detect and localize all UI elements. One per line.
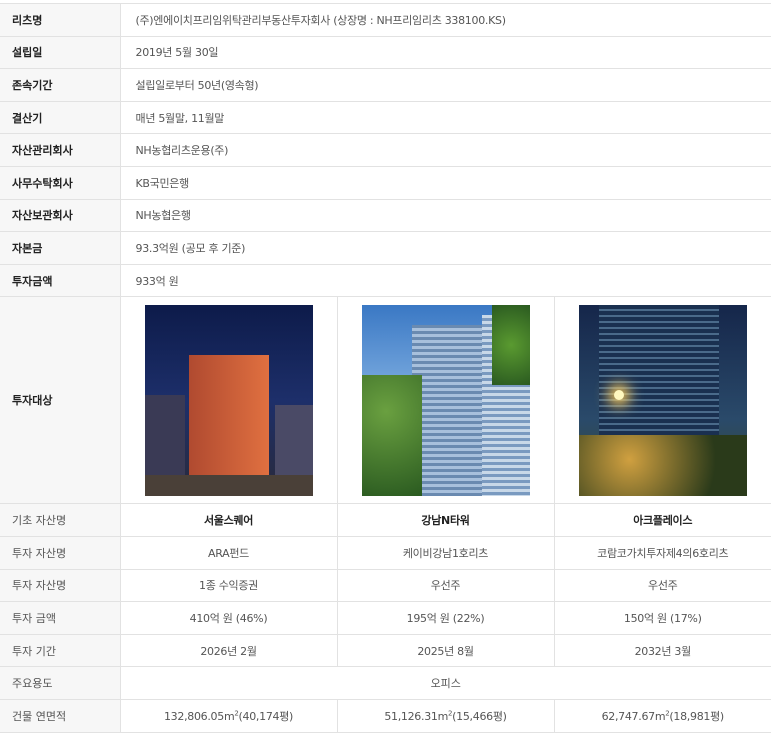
info-value: 93.3억원 (공모 후 기준) xyxy=(120,231,771,265)
gangnam-n-tower-photo xyxy=(361,304,530,496)
info-label: 자산관리회사 xyxy=(0,133,121,167)
info-row: 자산관리회사 NH농협리츠운용(주) xyxy=(0,133,771,167)
info-label: 리츠명 xyxy=(0,3,121,37)
info-row: 리츠명 (주)엔에이치프리임위탁관리부동산투자회사 (상장명 : NH프리임리츠 … xyxy=(0,3,771,37)
arc-place-photo xyxy=(578,304,747,496)
info-row: 자산보관회사 NH농협은행 xyxy=(0,199,771,233)
info-value: 2019년 5월 30일 xyxy=(120,36,771,70)
asset-row: 투자 자산명 ARA펀드 케이비강남1호리츠 코람코가치투자제4의6호리츠 xyxy=(0,536,771,570)
asset-cell: 서울스퀘어 xyxy=(120,503,338,537)
area-value: 62,747.67m2(18,981평) xyxy=(554,699,771,733)
asset-row: 기초 자산명 서울스퀘어 강남N타워 아크플레이스 xyxy=(0,503,771,537)
info-label: 투자금액 xyxy=(0,264,121,298)
asset-row-label: 기초 자산명 xyxy=(0,503,121,537)
asset-cell: 150억 원 (17%) xyxy=(554,601,771,635)
asset-cell: 195억 원 (22%) xyxy=(337,601,555,635)
asset-row-label: 투자 금액 xyxy=(0,601,121,635)
info-row: 사무수탁회사 KB국민은행 xyxy=(0,166,771,200)
asset-cell: 2026년 2월 xyxy=(120,634,338,668)
targets-label: 투자대상 xyxy=(0,296,121,505)
asset-cell: 2025년 8월 xyxy=(337,634,555,668)
asset-row-label: 투자 자산명 xyxy=(0,536,121,570)
asset-cell: 강남N타워 xyxy=(337,503,555,537)
info-label: 자본금 xyxy=(0,231,121,265)
info-label: 존속기간 xyxy=(0,68,121,102)
asset-cell: 코람코가치투자제4의6호리츠 xyxy=(554,536,771,570)
asset-cell: 1종 수익증권 xyxy=(120,569,338,603)
info-value: NH농협은행 xyxy=(120,199,771,233)
info-label: 사무수탁회사 xyxy=(0,166,121,200)
info-row: 존속기간 설립일로부터 50년(영속형) xyxy=(0,68,771,102)
info-label: 결산기 xyxy=(0,101,121,135)
asset-row: 투자 자산명 1종 수익증권 우선주 우선주 xyxy=(0,569,771,603)
area-label: 건물 연면적 xyxy=(0,699,121,733)
asset-cell: 아크플레이스 xyxy=(554,503,771,537)
asset-cell: ARA펀드 xyxy=(120,536,338,570)
asset-row: 투자 금액 410억 원 (46%) 195억 원 (22%) 150억 원 (17%… xyxy=(0,601,771,635)
usage-label: 주요용도 xyxy=(0,666,121,700)
asset-cell: 우선주 xyxy=(337,569,555,603)
info-row: 자본금 93.3억원 (공모 후 기준) xyxy=(0,231,771,265)
asset-row: 투자 기간 2026년 2월 2025년 8월 2032년 3월 xyxy=(0,634,771,668)
asset-cell: 케이비강남1호리츠 xyxy=(337,536,555,570)
asset-cell: 2032년 3월 xyxy=(554,634,771,668)
info-row: 투자금액 933억 원 xyxy=(0,264,771,298)
info-label: 자산보관회사 xyxy=(0,199,121,233)
info-row: 결산기 매년 5월말, 11월말 xyxy=(0,101,771,135)
info-value: (주)엔에이치프리임위탁관리부동산투자회사 (상장명 : NH프리임리츠 338… xyxy=(120,3,771,37)
asset-cell: 410억 원 (46%) xyxy=(120,601,338,635)
info-value: 933억 원 xyxy=(120,264,771,298)
asset-cell: 우선주 xyxy=(554,569,771,603)
asset-row-label: 투자 기간 xyxy=(0,634,121,668)
asset-row-label: 투자 자산명 xyxy=(0,569,121,603)
info-value: 설립일로부터 50년(영속형) xyxy=(120,68,771,102)
usage-value: 오피스 xyxy=(120,666,771,700)
info-value: NH농협리츠운용(주) xyxy=(120,133,771,167)
reit-info-table: 리츠명 (주)엔에이치프리임위탁관리부동산투자회사 (상장명 : NH프리임리츠 … xyxy=(0,3,771,733)
seoul-square-photo xyxy=(144,304,313,496)
area-value: 51,126.31m2(15,466평) xyxy=(337,699,555,733)
area-row: 건물 연면적 132,806.05m2(40,174평) 51,126.31m2… xyxy=(0,699,771,733)
targets-row: 투자대상 xyxy=(0,296,771,505)
usage-row: 주요용도 오피스 xyxy=(0,666,771,700)
info-row: 설립일 2019년 5월 30일 xyxy=(0,36,771,70)
info-label: 설립일 xyxy=(0,36,121,70)
info-value: 매년 5월말, 11월말 xyxy=(120,101,771,135)
area-value: 132,806.05m2(40,174평) xyxy=(120,699,338,733)
info-value: KB국민은행 xyxy=(120,166,771,200)
